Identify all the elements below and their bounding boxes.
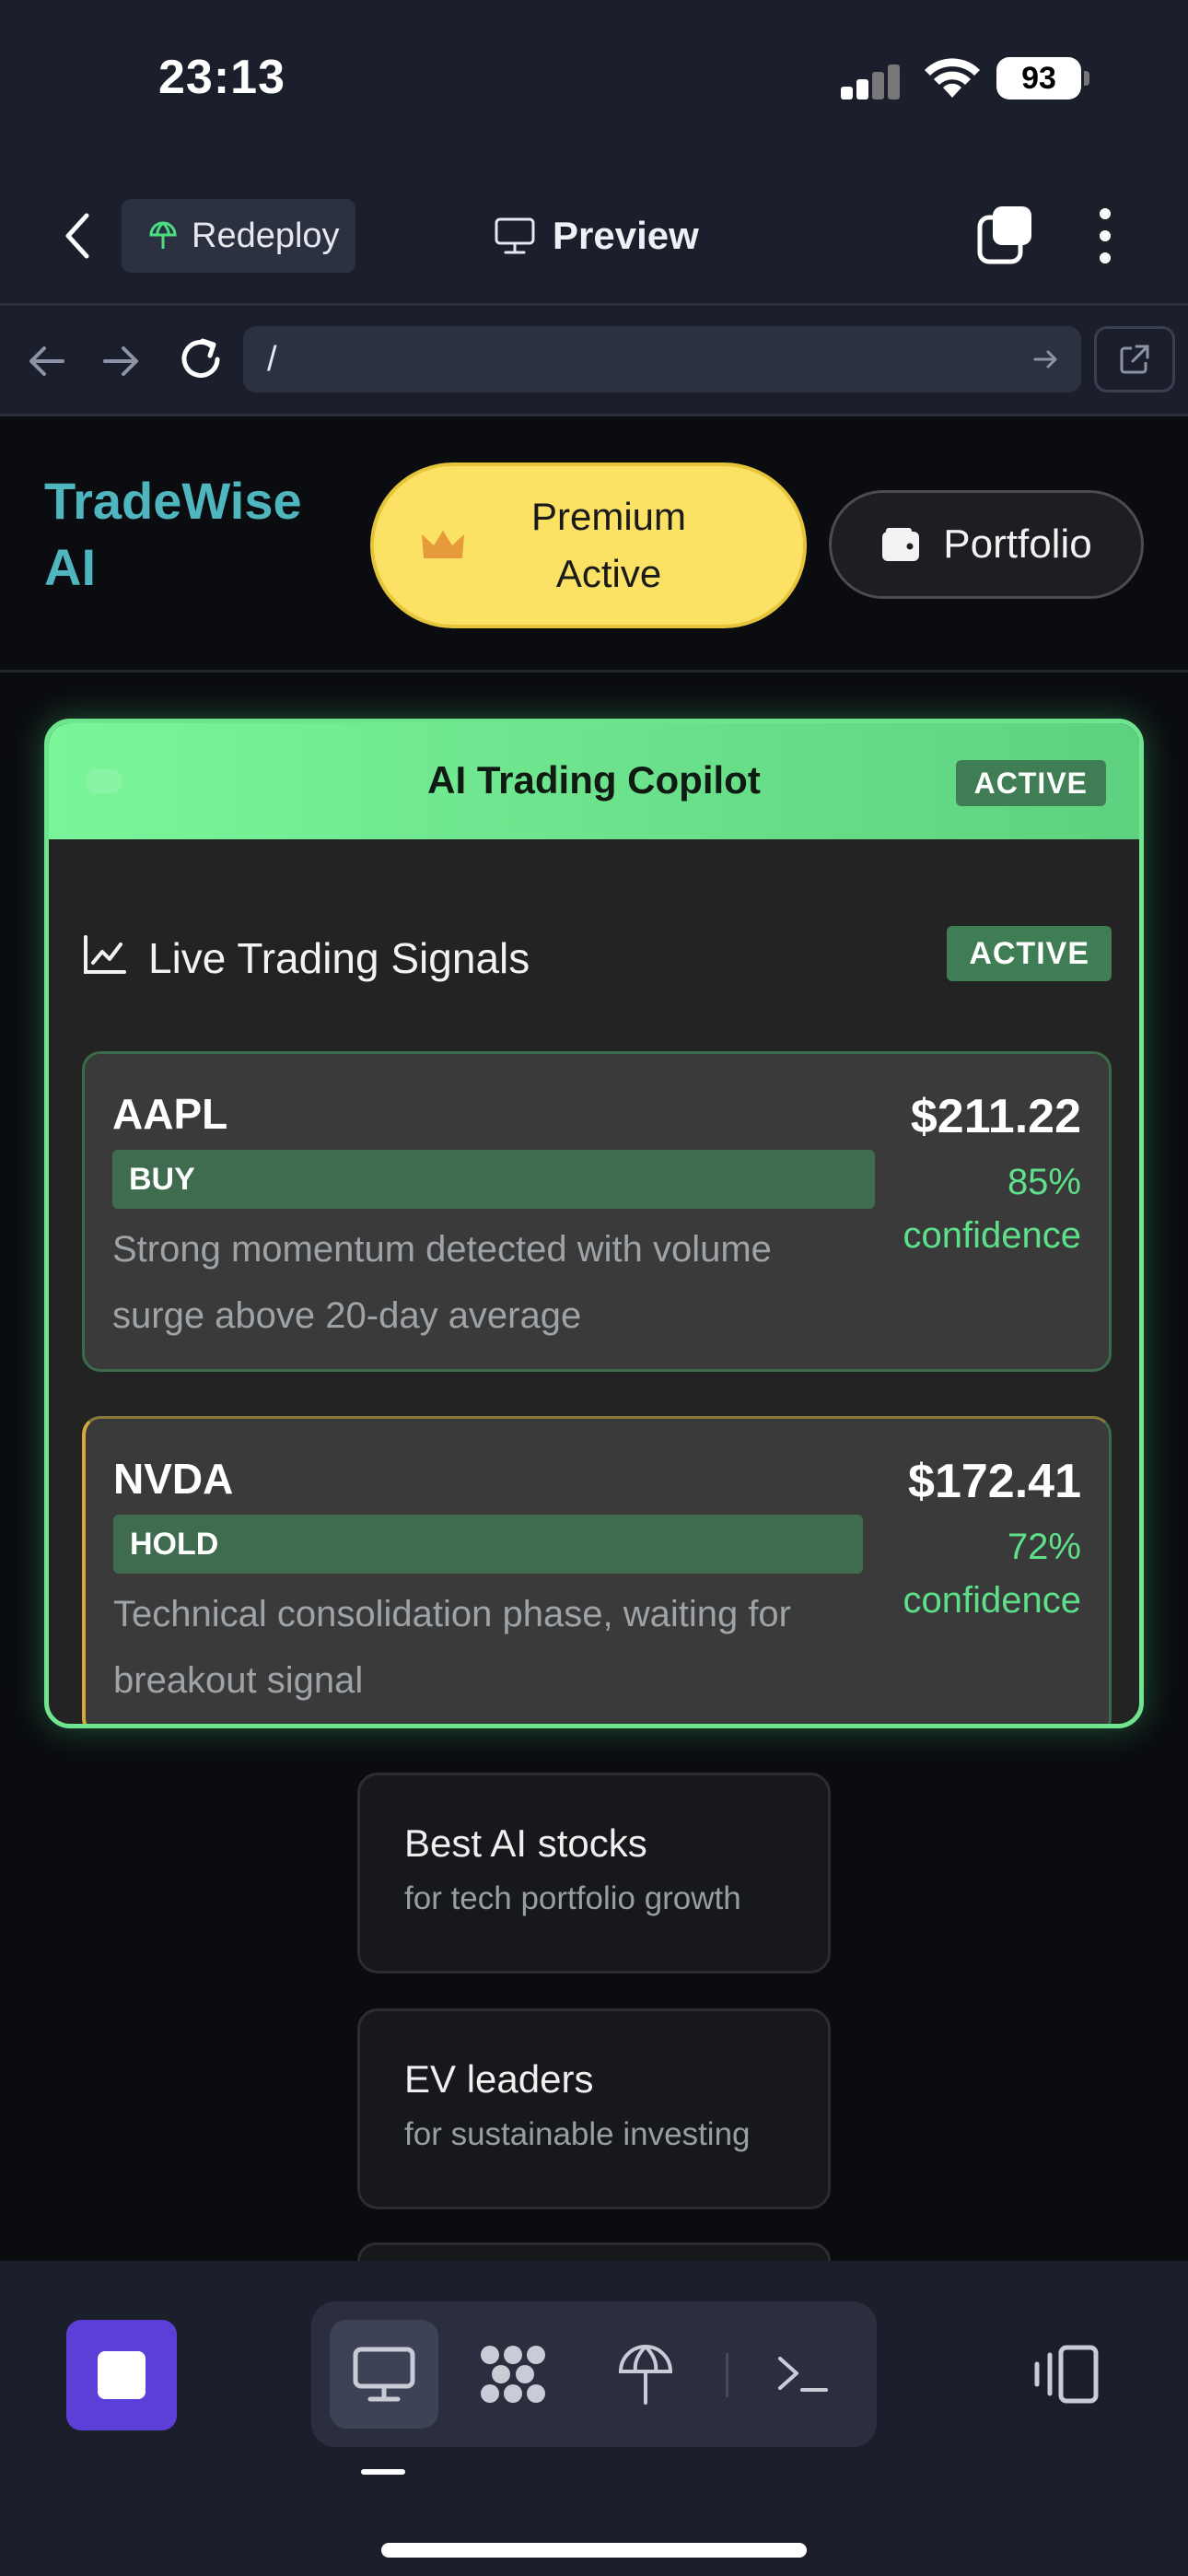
signal-price: $211.22 (910, 1090, 1081, 1143)
signal-price: $172.41 (908, 1455, 1081, 1508)
status-time: 23:13 (158, 51, 285, 104)
copilot-header: AI Trading Copilot ACTIVE (49, 723, 1139, 839)
signal-action-badge: BUY (112, 1150, 875, 1209)
signal-confidence-label: confidence (903, 1215, 1081, 1256)
switcher-divider (726, 2353, 728, 2397)
desktop-preview-icon (353, 2347, 415, 2402)
redeploy-label: Redeploy (192, 216, 340, 255)
home-indicator (381, 2543, 807, 2558)
premium-active-button[interactable]: Premium Active (370, 463, 807, 628)
signal-confidence-value: 72% (1007, 1527, 1081, 1567)
url-text: / (267, 339, 277, 379)
signal-confidence: 85% confidence (903, 1155, 1081, 1262)
browser-bar: / (0, 306, 1188, 416)
trending-chart-icon (84, 935, 126, 974)
back-chevron-icon[interactable] (53, 206, 101, 265)
signal-card-aapl[interactable]: AAPL BUY Strong momentum detected with v… (82, 1051, 1112, 1372)
url-input[interactable]: / (243, 326, 1081, 392)
terminal-icon (778, 2357, 828, 2392)
suggestion-subtitle: for sustainable investing (404, 2116, 751, 2152)
signals-status-badge: ACTIVE (947, 926, 1112, 981)
wifi-icon (925, 58, 980, 98)
brand-logo-text[interactable]: TradeWise AI (44, 468, 339, 601)
cellular-signal-icon (841, 63, 902, 100)
ide-header: Redeploy Preview (0, 166, 1188, 306)
app-header: TradeWise AI Premium Active Portfolio (0, 416, 1188, 673)
preview-label: Preview (553, 214, 699, 257)
signal-confidence: 72% confidence (903, 1520, 1081, 1627)
crown-icon (422, 531, 464, 558)
live-signals-header: Live Trading Signals ACTIVE (82, 926, 1112, 985)
portfolio-label: Portfolio (943, 521, 1092, 567)
external-link-icon (1120, 345, 1149, 374)
browser-forward-icon[interactable] (98, 337, 146, 385)
live-signals-title: Live Trading Signals (148, 934, 530, 982)
suggestion-card[interactable]: EV leaders for sustainable investing (357, 2008, 831, 2209)
battery-indicator: 93 (996, 57, 1089, 100)
premium-label: Premium Active (530, 495, 687, 595)
signal-ticker: AAPL (112, 1090, 228, 1138)
apps-view-button[interactable] (459, 2320, 567, 2429)
signal-confidence-label: confidence (903, 1580, 1081, 1621)
signal-reason: Technical consolidation phase, waiting f… (113, 1594, 791, 1701)
signal-card-nvda[interactable]: NVDA HOLD Technical consolidation phase,… (82, 1416, 1112, 1724)
ide-bottom-dock (0, 2261, 1188, 2576)
signal-action-badge: HOLD (113, 1515, 863, 1574)
open-external-button[interactable] (1094, 326, 1175, 392)
signal-reason: Strong momentum detected with volume sur… (112, 1229, 772, 1336)
preview-title: Preview (494, 206, 699, 265)
tabs-icon[interactable] (976, 203, 1035, 267)
active-view-indicator (361, 2469, 405, 2475)
preview-view-button[interactable] (330, 2320, 438, 2429)
suggestion-subtitle: for tech portfolio growth (404, 1880, 741, 1916)
more-options-icon[interactable] (1087, 205, 1124, 267)
reload-icon[interactable] (175, 334, 227, 385)
signal-ticker: NVDA (113, 1455, 234, 1503)
suggestion-title: Best AI stocks (404, 1821, 647, 1865)
signal-confidence-value: 85% (1007, 1162, 1081, 1202)
wallet-icon (882, 528, 920, 561)
go-arrow-icon[interactable] (1031, 345, 1061, 374)
suggestion-card[interactable]: Best AI stocks for tech portfolio growth (357, 1773, 831, 1973)
deploy-icon (618, 2345, 673, 2405)
copilot-status-badge: ACTIVE (955, 760, 1106, 806)
deploy-view-button[interactable] (591, 2320, 700, 2429)
redeploy-button[interactable]: Redeploy (122, 199, 355, 273)
layout-switch-icon[interactable] (1031, 2344, 1100, 2405)
browser-back-icon[interactable] (22, 337, 70, 385)
view-switcher (311, 2301, 877, 2447)
stop-button[interactable] (66, 2320, 177, 2430)
terminal-view-button[interactable] (748, 2320, 856, 2429)
apps-grid-icon (481, 2346, 545, 2403)
stop-icon (98, 2351, 146, 2399)
suggestion-title: EV leaders (404, 2057, 594, 2101)
monitor-icon (495, 217, 535, 254)
portfolio-button[interactable]: Portfolio (829, 490, 1144, 599)
ai-trading-copilot-panel: AI Trading Copilot ACTIVE Live Trading S… (44, 719, 1144, 1728)
deploy-globe-icon (149, 221, 177, 249)
status-bar: 23:13 93 (0, 0, 1188, 166)
